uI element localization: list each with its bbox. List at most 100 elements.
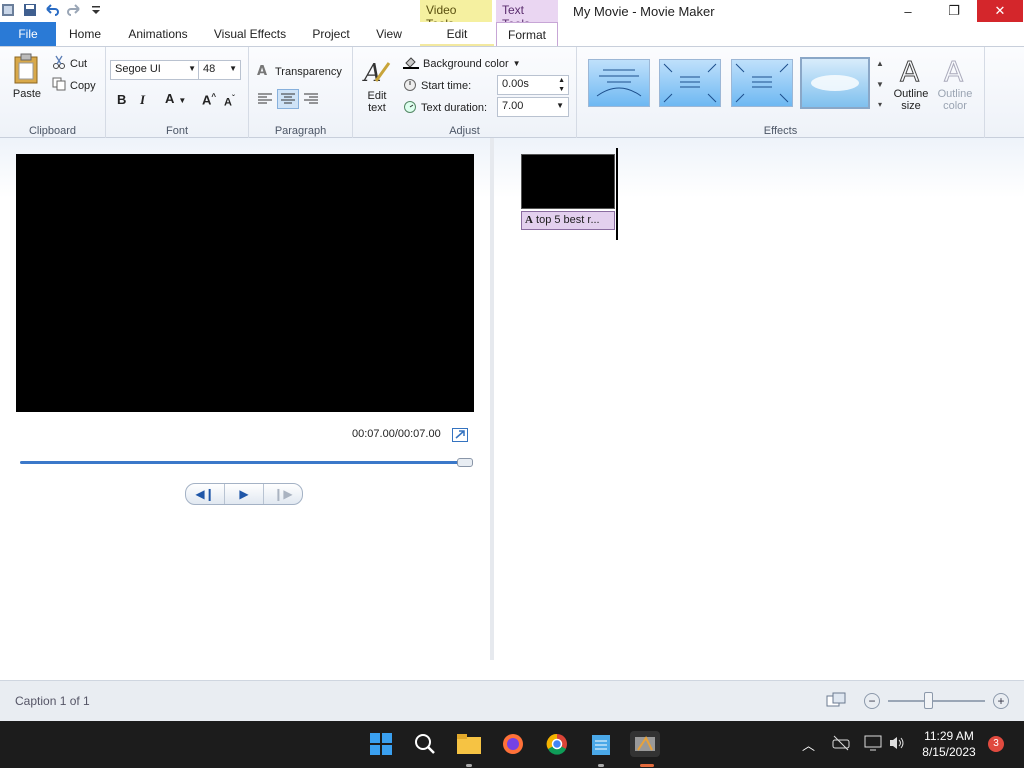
chevron-up-icon[interactable]: ︿ (802, 735, 815, 754)
background-color-button[interactable]: Background color ▼ (403, 55, 521, 72)
previous-frame-button[interactable]: ◀❙ (186, 484, 225, 504)
fullscreen-button[interactable] (452, 428, 468, 442)
font-family-dropdown[interactable]: Segoe UI ▼ (110, 60, 200, 80)
minus-icon: − (868, 694, 876, 708)
tab-edit[interactable]: Edit (420, 22, 494, 46)
edit-text-button[interactable]: A Edit text (361, 57, 393, 114)
close-button[interactable]: ✕ (977, 0, 1023, 22)
clip-caption-text: top 5 best r... (536, 214, 600, 226)
zoom-out-button[interactable]: − (864, 693, 880, 709)
save-icon[interactable] (22, 2, 38, 18)
bold-button[interactable]: B (117, 92, 126, 107)
zoom-slider-thumb[interactable] (924, 692, 933, 709)
text-duration-dropdown[interactable]: 7.00 ▼ (497, 97, 569, 117)
tab-project[interactable]: Project (304, 22, 358, 46)
tab-file[interactable]: File (0, 22, 56, 46)
clip-thumbnail[interactable] (521, 154, 615, 209)
firefox-icon[interactable] (500, 731, 526, 757)
notification-badge[interactable]: 3 (988, 736, 1004, 752)
effect-zoom-out[interactable] (731, 59, 793, 107)
effect-arc-up[interactable] (588, 59, 650, 107)
thumbnail-size-icon (826, 692, 846, 707)
app-icon[interactable] (0, 2, 16, 18)
paste-button[interactable]: Paste (8, 53, 46, 100)
thumbnail-size-button[interactable] (826, 692, 846, 710)
minimize-button[interactable]: – (885, 0, 931, 22)
align-right-button[interactable] (300, 89, 322, 109)
transparency-button[interactable]: A Transparency (257, 63, 342, 80)
zoom-slider[interactable] (888, 700, 985, 702)
file-explorer-icon[interactable] (456, 731, 482, 757)
tab-animations[interactable]: Animations (120, 22, 196, 46)
customize-qat-icon[interactable] (88, 2, 104, 18)
maximize-button[interactable]: ❐ (931, 0, 977, 22)
storyboard-clip[interactable]: A top 5 best r... (521, 148, 618, 240)
playhead[interactable] (616, 148, 618, 240)
tab-view[interactable]: View (366, 22, 412, 46)
windows-start-icon[interactable] (368, 731, 394, 757)
video-preview[interactable] (16, 154, 474, 412)
effects-gallery-scroll[interactable]: ▲ ▼ ▾ (875, 59, 885, 109)
play-button[interactable]: ▶ (225, 484, 264, 504)
cut-label: Cut (70, 57, 88, 70)
system-clock[interactable]: 11:29 AM 8/15/2023 (918, 728, 980, 760)
start-time-input[interactable]: 0.00s ▲ ▼ (497, 75, 569, 95)
context-video-tools: Video Tools (420, 0, 492, 31)
cut-button[interactable]: Cut (52, 55, 87, 72)
shrink-font-label: A (224, 96, 232, 109)
gallery-up-icon[interactable]: ▲ (876, 59, 884, 68)
player-controls: ◀❙ ▶ ❙▶ (185, 483, 303, 505)
tab-home[interactable]: Home (60, 22, 110, 46)
undo-icon[interactable] (44, 2, 60, 18)
edit-text-line2: text (368, 102, 386, 114)
network-off-icon[interactable] (832, 735, 850, 754)
font-group-label: Font (165, 125, 188, 137)
tab-format[interactable]: Format (496, 22, 558, 47)
clipboard-group-label: Clipboard (28, 125, 77, 137)
font-size-dropdown[interactable]: 48 ▼ (198, 60, 241, 80)
chrome-icon[interactable] (544, 731, 570, 757)
grow-font-button[interactable]: A^ (202, 92, 216, 107)
redo-icon[interactable] (66, 2, 82, 18)
shrink-font-button[interactable]: Aˇ (224, 94, 235, 109)
notepad-icon[interactable] (588, 731, 614, 757)
clip-caption[interactable]: A top 5 best r... (521, 211, 615, 230)
gallery-down-icon[interactable]: ▼ (876, 80, 884, 89)
scissors-icon (52, 55, 66, 72)
display-icon[interactable] (864, 735, 882, 754)
title-bar: Video Tools Text Tools My Movie - Movie … (0, 0, 1024, 31)
adjust-group-label: Adjust (449, 125, 480, 137)
align-left-icon (258, 93, 272, 104)
start-time-label-wrap: Start time: (403, 77, 471, 94)
chevron-down-icon: ▼ (556, 101, 564, 110)
text-duration-value: 7.00 (502, 100, 524, 112)
effect-blur[interactable] (800, 57, 870, 109)
zoom-in-button[interactable]: + (993, 693, 1009, 709)
search-icon[interactable] (412, 731, 438, 757)
movie-maker-icon[interactable] (630, 731, 660, 757)
font-color-button[interactable]: A ▼ (165, 91, 186, 106)
next-frame-button[interactable]: ❙▶ (264, 484, 302, 504)
align-right-icon (304, 93, 318, 104)
spinner-arrows-icon[interactable]: ▲ ▼ (558, 76, 565, 94)
context-text-tools: Text Tools (496, 0, 558, 31)
outline-size-button[interactable]: A Outline size (891, 55, 931, 113)
text-duration-label-wrap: Text duration: (403, 99, 487, 116)
fullscreen-icon (455, 430, 465, 439)
seek-thumb[interactable] (457, 458, 473, 467)
caption-count: Caption 1 of 1 (15, 694, 90, 708)
chevron-down-icon: ▼ (188, 64, 196, 73)
effect-zoom-in[interactable] (659, 59, 721, 107)
italic-button[interactable]: I (140, 92, 145, 108)
tab-visual-effects[interactable]: Visual Effects (206, 22, 294, 46)
outline-color-line1: Outline (937, 88, 973, 100)
gallery-more-icon[interactable]: ▾ (878, 100, 882, 109)
copy-button[interactable]: Copy (52, 77, 96, 94)
seek-bar[interactable] (20, 461, 470, 464)
align-center-button[interactable] (277, 89, 299, 109)
align-left-button[interactable] (254, 89, 276, 109)
speaker-icon[interactable] (888, 735, 906, 754)
chevron-down-icon: ▼ (178, 96, 187, 105)
outline-color-button[interactable]: A Outline color (933, 55, 977, 113)
edit-text-line1: Edit (367, 90, 387, 102)
